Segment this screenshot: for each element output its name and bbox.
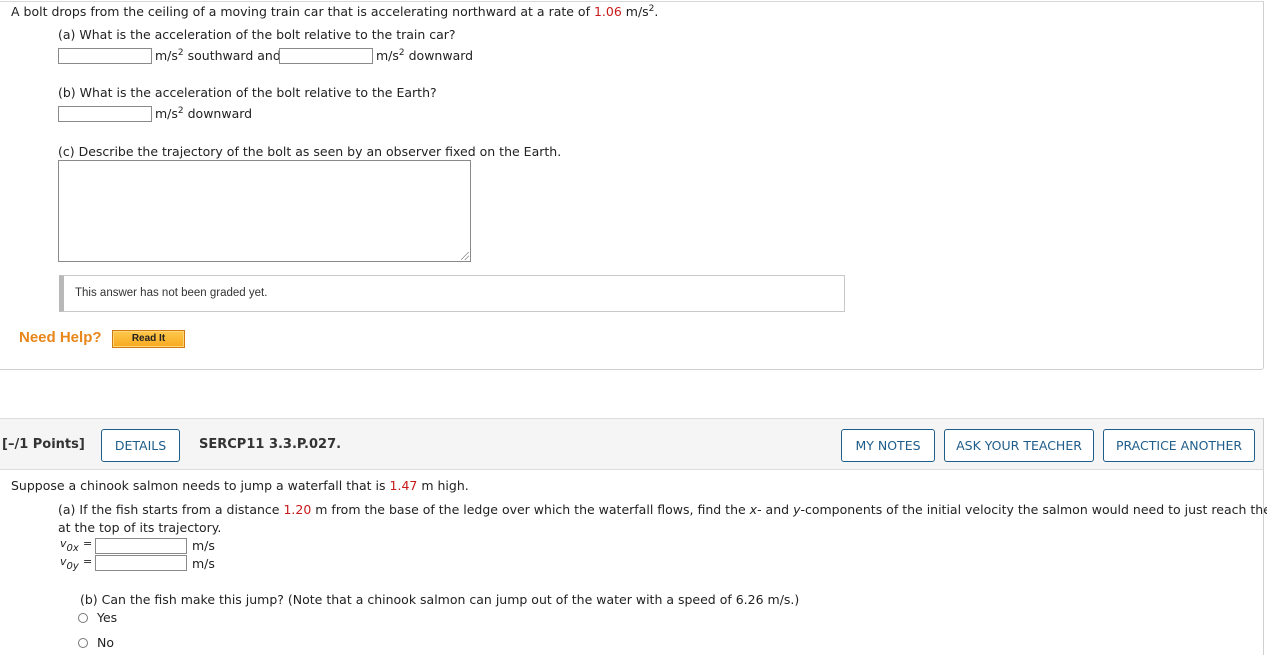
details-button[interactable]: DETAILS — [101, 429, 180, 462]
v0x-input[interactable] — [95, 538, 187, 554]
v0x-unit: m/s — [192, 538, 215, 553]
part-b-unit: m/s2 downward — [155, 106, 252, 121]
q2-part-b-question: (b) Can the fish make this jump? (Note t… — [80, 592, 800, 607]
v0y-unit: m/s — [192, 556, 215, 571]
question-text: -components of the initial velocity the … — [800, 502, 1267, 517]
given-acceleration-value: 1.06 — [593, 4, 622, 19]
ask-your-teacher-button[interactable]: ASK YOUR TEACHER — [944, 429, 1094, 462]
unit-text: m/s — [155, 48, 178, 63]
resize-grip-icon[interactable] — [461, 252, 469, 260]
part-a-unit-1: m/s2 southward and — [155, 48, 281, 63]
option-label: Yes — [97, 610, 118, 625]
part-a-question: (a) What is the acceleration of the bolt… — [58, 27, 456, 42]
my-notes-button[interactable]: MY NOTES — [841, 429, 935, 462]
direction-text: southward and — [183, 48, 281, 63]
part-b-question: (b) What is the acceleration of the bolt… — [58, 85, 437, 100]
part-a-answer-1-input[interactable] — [58, 48, 152, 64]
option-yes[interactable]: Yes — [78, 610, 117, 625]
x-variable: x — [749, 502, 758, 517]
question-2-header: [–/1 Points] DETAILS SERCP11 3.3.P.027. … — [0, 418, 1264, 470]
q2-part-a-question-line1: (a) If the fish starts from a distance 1… — [58, 502, 1267, 517]
radio-button-icon[interactable] — [78, 638, 88, 648]
part-c-question: (c) Describe the trajectory of the bolt … — [58, 144, 562, 159]
unit-text: m/s — [621, 4, 649, 19]
v0y-input[interactable] — [95, 555, 187, 571]
question-text: m from the base of the ledge over which … — [311, 502, 750, 517]
equals-sign: = — [83, 537, 93, 550]
part-c-answer-textarea[interactable] — [58, 160, 471, 262]
part-a-unit-2: m/s2 downward — [376, 48, 473, 63]
practice-another-button[interactable]: PRACTICE ANOTHER — [1103, 429, 1255, 462]
unit-text: m/s — [376, 48, 399, 63]
read-it-button[interactable]: Read It — [112, 330, 185, 348]
question-code: SERCP11 3.3.P.027. — [199, 437, 342, 452]
question-2-prompt: Suppose a chinook salmon needs to jump a… — [11, 478, 469, 493]
subscript: 0x — [66, 543, 79, 554]
question-text: - and — [757, 502, 794, 517]
direction-text: downward — [404, 48, 474, 63]
unit-text: m/s — [155, 106, 178, 121]
waterfall-height-value: 1.47 — [389, 478, 418, 493]
prompt-text: Suppose a chinook salmon needs to jump a… — [11, 478, 390, 493]
v0x-label: v0x — [60, 537, 79, 554]
question-text: (a) If the fish starts from a distance — [58, 502, 284, 517]
part-b-answer-input[interactable] — [58, 106, 152, 122]
distance-value: 1.20 — [283, 502, 312, 517]
graded-status-box: This answer has not been graded yet. — [59, 275, 845, 312]
points-label: [–/1 Points] — [2, 437, 85, 452]
prompt-text: A bolt drops from the ceiling of a movin… — [11, 4, 594, 19]
graded-status-text: This answer has not been graded yet. — [75, 287, 268, 299]
q2-part-a-question-line2: at the top of its trajectory. — [58, 520, 222, 535]
panel-border — [1263, 470, 1264, 655]
prompt-text: m high. — [417, 478, 469, 493]
option-label: No — [97, 635, 114, 650]
need-help-label: Need Help? — [19, 329, 102, 346]
punctuation: . — [654, 4, 659, 19]
equals-sign: = — [83, 555, 93, 568]
direction-text: downward — [183, 106, 253, 121]
question-1-prompt: A bolt drops from the ceiling of a movin… — [11, 4, 658, 19]
subscript: 0y — [66, 561, 79, 572]
v0y-label: v0y — [60, 555, 79, 572]
part-a-answer-2-input[interactable] — [279, 48, 373, 64]
radio-button-icon[interactable] — [78, 613, 88, 623]
option-no[interactable]: No — [78, 635, 114, 650]
